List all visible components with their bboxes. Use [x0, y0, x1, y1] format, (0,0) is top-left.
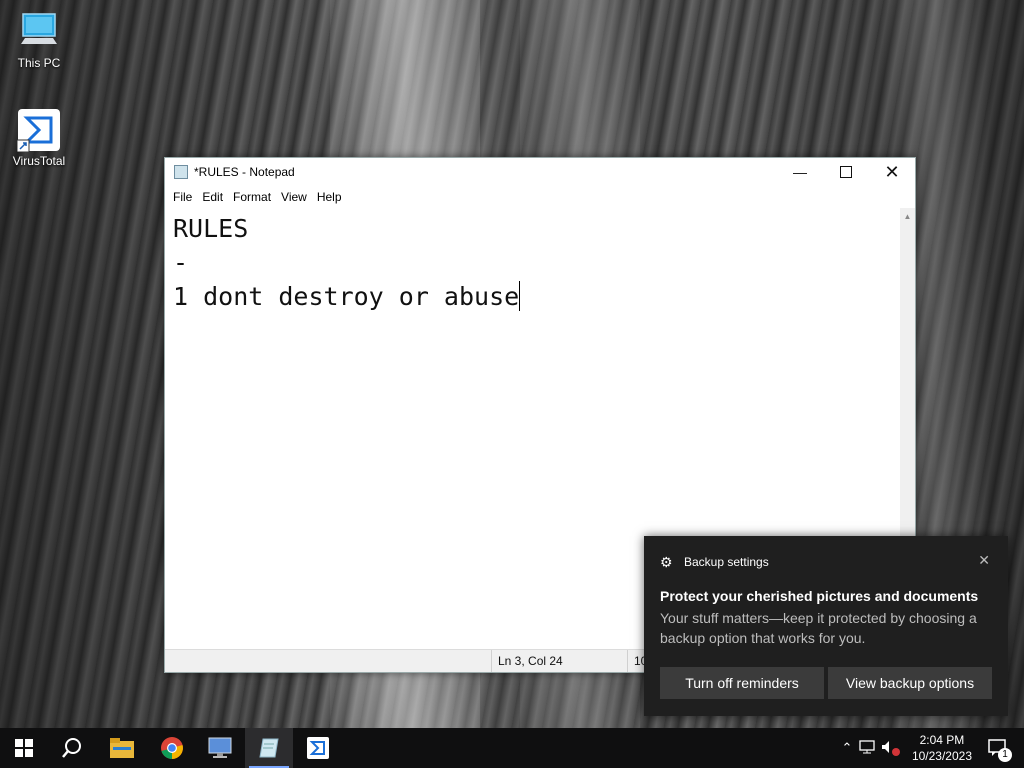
remote-desktop-icon [208, 737, 232, 758]
start-icon [15, 739, 33, 757]
notepad-icon [259, 738, 279, 758]
window-title: *RULES - Notepad [194, 165, 295, 179]
notepad-app-icon [174, 165, 188, 179]
system-tray: ⌃ [838, 728, 900, 768]
text-caret [519, 281, 521, 311]
maximize-icon [840, 166, 852, 178]
this-pc-icon [17, 10, 61, 54]
notification-app-name: Backup settings [684, 555, 769, 569]
close-button[interactable]: ✕ [869, 158, 915, 186]
desktop-icon-virustotal[interactable]: VirusTotal [4, 108, 74, 168]
show-hidden-icons-chevron-icon[interactable]: ⌃ [838, 740, 856, 756]
backup-notification[interactable]: ⚙ Backup settings ✕ Protect your cherish… [644, 536, 1008, 716]
system-clock[interactable]: 2:04 PM 10/23/2023 [912, 732, 972, 764]
search-icon [62, 738, 81, 758]
chrome-icon [161, 737, 183, 759]
editor-line: - [173, 248, 189, 277]
volume-muted-icon[interactable] [878, 740, 900, 757]
cursor-position: Ln 3, Col 24 [491, 650, 563, 672]
taskbar: ⌃ 2:04 PM 10/23/2023 1 [0, 728, 1024, 768]
menu-view[interactable]: View [276, 190, 312, 204]
maximize-button[interactable] [823, 158, 869, 186]
clock-date: 10/23/2023 [911, 749, 972, 763]
action-center-button[interactable]: 1 [980, 728, 1016, 768]
file-explorer-icon [110, 738, 134, 758]
desktop-icon-label: VirusTotal [12, 154, 66, 168]
notification-close-icon[interactable]: ✕ [978, 552, 990, 569]
desktop-icon-this-pc[interactable]: This PC [4, 10, 74, 70]
virustotal-icon [307, 737, 329, 759]
minimize-button[interactable]: — [777, 158, 823, 186]
gear-icon: ⚙ [660, 554, 673, 570]
menu-format[interactable]: Format [228, 190, 276, 204]
clock-time: 2:04 PM [919, 733, 965, 747]
editor-line: RULES [173, 214, 249, 243]
taskbar-chrome[interactable] [148, 728, 196, 768]
notepad-titlebar[interactable]: *RULES - Notepad — ✕ [165, 158, 915, 186]
virustotal-icon [16, 108, 61, 153]
close-icon: ✕ [884, 161, 900, 182]
taskbar-file-explorer[interactable] [98, 728, 146, 768]
notification-body: Your stuff matters—keep it protected by … [660, 610, 977, 646]
menu-edit[interactable]: Edit [197, 190, 228, 204]
desktop-icon-label: This PC [17, 56, 61, 70]
search-button[interactable] [48, 728, 96, 768]
start-button[interactable] [0, 728, 48, 768]
menu-help[interactable]: Help [312, 190, 347, 204]
notification-count-badge: 1 [998, 748, 1012, 762]
turn-off-reminders-button[interactable]: Turn off reminders [660, 667, 824, 699]
notepad-menubar: File Edit Format View Help [165, 186, 915, 208]
taskbar-virustotal[interactable] [294, 728, 342, 768]
menu-file[interactable]: File [168, 190, 197, 204]
editor-line-text: 1 dont destroy or abuse [173, 282, 520, 311]
taskbar-notepad[interactable] [245, 728, 293, 768]
editor-line-current: 1 dont destroy or abuse [173, 280, 892, 314]
notification-heading: Protect your cherished pictures and docu… [660, 588, 979, 604]
minimize-icon: — [793, 164, 807, 180]
notification-header: ⚙ Backup settings [660, 555, 769, 569]
taskbar-remote-desktop[interactable] [196, 728, 244, 768]
view-backup-options-button[interactable]: View backup options [828, 667, 992, 699]
network-icon[interactable] [856, 739, 878, 757]
scroll-up-arrow-icon[interactable]: ▲ [900, 208, 915, 224]
